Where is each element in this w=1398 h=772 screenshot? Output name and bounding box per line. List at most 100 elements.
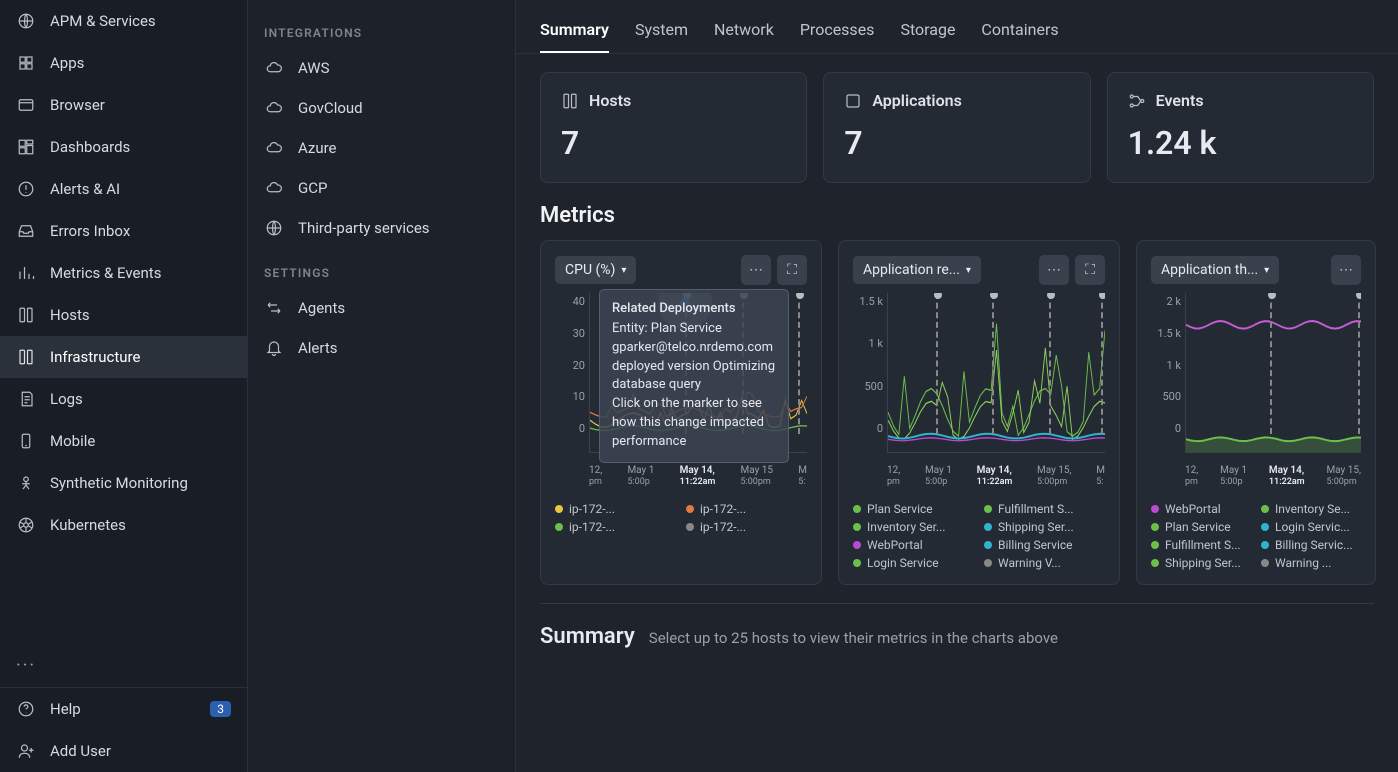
tooltip-title: Related Deployments [612, 300, 776, 319]
plot-area[interactable] [887, 293, 1105, 453]
nav-item-synthetic-monitoring[interactable]: Synthetic Monitoring [0, 462, 247, 504]
tab-containers[interactable]: Containers [981, 12, 1058, 53]
metric-selector[interactable]: Application th... ▾ [1151, 256, 1279, 284]
secondary-item-aws[interactable]: AWS [248, 48, 515, 88]
nav-footer-add-user[interactable]: Add User [0, 730, 247, 772]
secondary-item-agents[interactable]: Agents [248, 288, 515, 328]
chart-body[interactable]: 1.5 k1 k5000 [853, 293, 1105, 453]
cloud-icon [264, 138, 284, 158]
logs-icon [16, 389, 36, 409]
nav-item-browser[interactable]: Browser [0, 84, 247, 126]
legend-item[interactable]: Warning V... [984, 556, 1105, 570]
secondary-item-govcloud[interactable]: GovCloud [248, 88, 515, 128]
nav-item-hosts[interactable]: Hosts [0, 294, 247, 336]
tab-system[interactable]: System [635, 12, 688, 53]
metric-selector[interactable]: CPU (%) ▾ [555, 256, 636, 284]
stat-card-events[interactable]: Events 1.24 k [1107, 72, 1374, 183]
secondary-item-label: GovCloud [298, 99, 363, 117]
nav-footer-help[interactable]: Help 3 [0, 688, 247, 730]
stat-card-hosts[interactable]: Hosts 7 [540, 72, 807, 183]
nav-item-label: Logs [50, 390, 83, 408]
metric-card: CPU (%) ▾ ⋯ ⛶ 403020100 12,pmMay 15:00pM… [540, 240, 822, 585]
nav-item-mobile[interactable]: Mobile [0, 420, 247, 462]
cube-icon [16, 53, 36, 73]
nav-item-label: APM & Services [50, 12, 156, 30]
chart-body[interactable]: 2 k1.5 k1 k5000 [1151, 293, 1361, 453]
cloud-icon [264, 178, 284, 198]
metric-menu-button[interactable]: ⋯ [1039, 255, 1069, 285]
legend-item[interactable]: ip-172-... [686, 502, 807, 516]
secondary-item-alerts[interactable]: Alerts [248, 328, 515, 368]
tab-summary[interactable]: Summary [540, 12, 609, 53]
expand-icon[interactable]: ⛶ [777, 255, 807, 285]
secondary-item-label: GCP [298, 179, 327, 197]
legend-item[interactable]: Plan Service [1151, 520, 1251, 534]
legend-item[interactable]: Shipping Ser... [1151, 556, 1251, 570]
nav-item-alerts-ai[interactable]: Alerts & AI [0, 168, 247, 210]
tab-processes[interactable]: Processes [800, 12, 875, 53]
secondary-item-third-party-services[interactable]: Third-party services [248, 208, 515, 248]
expand-icon[interactable]: ⛶ [1075, 255, 1105, 285]
legend-item[interactable]: Warning ... [1261, 556, 1361, 570]
app-icon [844, 92, 862, 110]
legend-item[interactable]: Login Service [853, 556, 974, 570]
legend-item[interactable]: ip-172-... [555, 520, 676, 534]
nav-item-label: Dashboards [50, 138, 130, 156]
legend-item[interactable]: Inventory Se... [1261, 502, 1361, 516]
chart-legend: WebPortal Inventory Se... Plan Service Logi… [1151, 502, 1361, 570]
stat-value: 7 [561, 124, 786, 162]
nav-item-label: Alerts & AI [50, 180, 120, 198]
metric-selector[interactable]: Application re... ▾ [853, 256, 981, 284]
legend-item[interactable]: Billing Service [984, 538, 1105, 552]
legend-item[interactable]: Billing Servic... [1261, 538, 1361, 552]
secondary-item-gcp[interactable]: GCP [248, 168, 515, 208]
nav-item-metrics-events[interactable]: Metrics & Events [0, 252, 247, 294]
legend-item[interactable]: ip-172-... [555, 502, 676, 516]
stat-label: Applications [872, 91, 961, 110]
nav-item-apm-services[interactable]: APM & Services [0, 0, 247, 42]
tab-storage[interactable]: Storage [900, 12, 955, 53]
secondary-nav: INTEGRATIONS AWS GovCloud Azure GCP Thir… [248, 0, 516, 772]
nav-item-logs[interactable]: Logs [0, 378, 247, 420]
tabs-bar: Summary System Network Processes Storage Cont… [516, 0, 1398, 54]
legend-item[interactable]: WebPortal [853, 538, 974, 552]
globe-icon [16, 11, 36, 31]
stat-card-applications[interactable]: Applications 7 [823, 72, 1090, 183]
inbox-icon [16, 221, 36, 241]
nav-more[interactable]: ··· [0, 644, 247, 687]
nav-item-dashboards[interactable]: Dashboards [0, 126, 247, 168]
nav-item-kubernetes[interactable]: Kubernetes [0, 504, 247, 546]
legend-item[interactable]: Shipping Ser... [984, 520, 1105, 534]
nav-item-errors-inbox[interactable]: Errors Inbox [0, 210, 247, 252]
chevron-down-icon: ▾ [621, 265, 626, 276]
tooltip-body: Entity: Plan Service gparker@telco.nrdem… [612, 320, 776, 395]
nav-item-label: Mobile [50, 432, 95, 450]
legend-item[interactable]: Fulfillment S... [1151, 538, 1251, 552]
cloud-icon [264, 98, 284, 118]
legend-item[interactable]: WebPortal [1151, 502, 1251, 516]
deployment-tooltip[interactable]: Related Deployments Entity: Plan Service… [599, 289, 789, 463]
stat-label: Events [1156, 91, 1204, 110]
legend-item[interactable]: Plan Service [853, 502, 974, 516]
chevron-down-icon: ▾ [1264, 265, 1269, 276]
nav-item-label: Infrastructure [50, 348, 140, 366]
tab-network[interactable]: Network [714, 12, 774, 53]
summary-section: Summary Select up to 25 hosts to view th… [540, 603, 1374, 649]
legend-item[interactable]: Fulfillment S... [984, 502, 1105, 516]
y-axis: 2 k1.5 k1 k5000 [1151, 293, 1185, 453]
x-axis: 12,pmMay 15:00pMay 14,11:22amMay 15,5:00… [1151, 461, 1361, 488]
cloud-icon [264, 58, 284, 78]
nav-item-infrastructure[interactable]: Infrastructure [0, 336, 247, 378]
plot-area[interactable] [1185, 293, 1361, 453]
metric-menu-button[interactable]: ⋯ [1331, 255, 1361, 285]
nav-item-label: Browser [50, 96, 105, 114]
secondary-item-azure[interactable]: Azure [248, 128, 515, 168]
stat-value: 7 [844, 124, 1069, 162]
legend-item[interactable]: Login Servic... [1261, 520, 1361, 534]
nav-item-apps[interactable]: Apps [0, 42, 247, 84]
events-icon [1128, 92, 1146, 110]
metric-menu-button[interactable]: ⋯ [741, 255, 771, 285]
chevron-down-icon: ▾ [966, 265, 971, 276]
legend-item[interactable]: ip-172-... [686, 520, 807, 534]
legend-item[interactable]: Inventory Ser... [853, 520, 974, 534]
